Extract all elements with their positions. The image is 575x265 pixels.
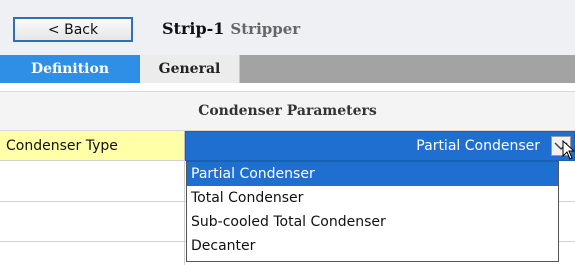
option-partial-condenser[interactable]: Partial Condenser [187,162,558,186]
condenser-type-dropdown: Partial Condenser Total Condenser Sub-co… [186,161,559,262]
tab-general[interactable]: General [140,55,240,83]
condenser-type-label: Condenser Type [0,131,185,161]
condenser-type-select[interactable]: Partial Condenser [185,131,575,161]
block-type: Stripper [230,20,301,38]
section-header: Condenser Parameters [0,91,575,131]
block-id: Strip-1 [162,19,225,38]
tab-bar: Definition General [0,55,575,83]
top-bar: < Back Strip-1 Stripper [0,0,575,55]
left-column-blank [0,161,185,265]
option-sub-cooled-total-condenser[interactable]: Sub-cooled Total Condenser [187,210,558,234]
back-button[interactable]: < Back [13,17,133,42]
condenser-type-value: Partial Condenser [416,138,540,154]
block-title: Strip-1 Stripper [162,19,300,38]
option-decanter[interactable]: Decanter [187,234,558,258]
tab-definition[interactable]: Definition [0,55,140,83]
option-total-condenser[interactable]: Total Condenser [187,186,558,210]
